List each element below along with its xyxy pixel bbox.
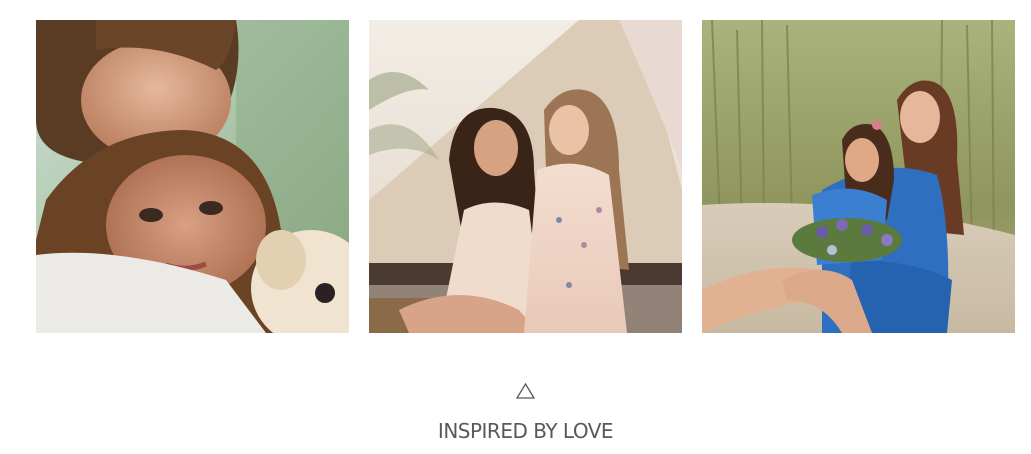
triangle-outline-icon — [516, 383, 535, 399]
gallery-photo-mother-daughter-puppy[interactable] — [36, 20, 349, 333]
section-title: INSPIRED BY LOVE — [437, 419, 614, 443]
photo-mother-braiding-hair-image — [369, 20, 682, 333]
gallery-photo-mother-braiding-hair[interactable] — [369, 20, 682, 333]
photo-gallery — [36, 20, 1015, 333]
gallery-photo-mother-daughter-reeds[interactable] — [702, 20, 1015, 333]
photo-mother-daughter-reeds-image — [702, 20, 1015, 333]
photo-mother-daughter-puppy-image — [36, 20, 349, 333]
